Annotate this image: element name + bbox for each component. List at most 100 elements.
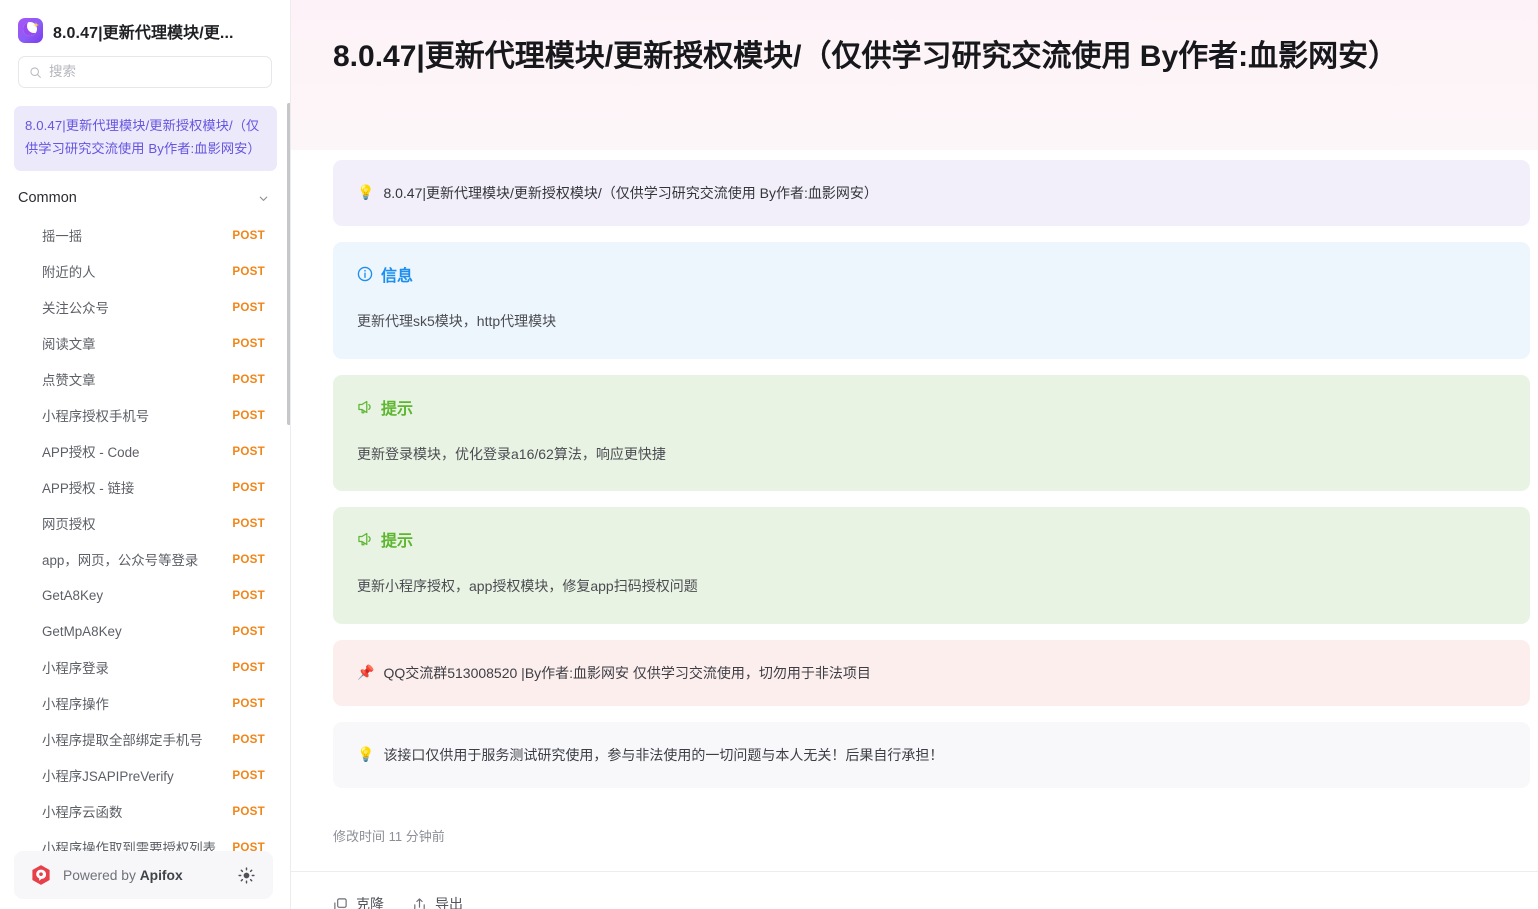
api-list-item[interactable]: GetMpA8Key POST [0, 613, 291, 649]
api-item-label: 关注公众号 [42, 297, 117, 317]
app-root: 8.0.47|更新代理模块/更... 搜索 8.0.47|更新代理模块/更新授权… [0, 0, 1538, 909]
api-method-badge: POST [232, 697, 265, 710]
api-item-label: 小程序JSAPIPreVerify [42, 765, 182, 785]
powered-by-label: Powered by Apifox [63, 868, 227, 883]
sidebar-group-label: Common [18, 190, 77, 206]
callout-text: 更新小程序授权，app授权模块，修复app扫码授权问题 [357, 575, 1506, 597]
sidebar-item-selected-doc[interactable]: 8.0.47|更新代理模块/更新授权模块/（仅供学习研究交流使用 By作者:血影… [14, 106, 277, 171]
page-title: 8.0.47|更新代理模块/更新授权模块/（仅供学习研究交流使用 By作者:血影… [333, 36, 1494, 79]
chevron-down-icon[interactable] [258, 193, 269, 204]
api-list-item[interactable]: 小程序提取全部绑定手机号 POST [0, 721, 291, 757]
apifox-logo-icon [30, 864, 52, 886]
search-placeholder: 搜索 [49, 65, 76, 79]
api-list-item[interactable]: 小程序云函数POST [0, 793, 291, 829]
api-item-label: 网页授权 [42, 513, 104, 533]
api-list-item[interactable]: 阅读文章 POST [0, 325, 291, 361]
moon-star-logo-icon [18, 18, 43, 43]
api-method-badge: POST [232, 409, 265, 422]
api-method-badge: POST [232, 445, 265, 458]
api-item-label: 小程序提取全部绑定手机号 [42, 729, 211, 749]
clone-button[interactable]: 克隆 [333, 894, 384, 909]
api-item-label: APP授权 - 链接 [42, 477, 142, 497]
action-label: 导出 [435, 894, 463, 909]
api-list-item[interactable]: 关注公众号 POST [0, 289, 291, 325]
api-item-label: GetA8Key [42, 588, 111, 603]
search-input[interactable]: 搜索 [18, 56, 272, 88]
page-hero: 8.0.47|更新代理模块/更新授权模块/（仅供学习研究交流使用 By作者:血影… [291, 0, 1538, 150]
callout-list: 💡 8.0.47|更新代理模块/更新授权模块/（仅供学习研究交流使用 By作者:血… [291, 150, 1538, 788]
action-bar: 克隆 导出 [291, 872, 1538, 909]
megaphone-icon [357, 399, 373, 415]
callout-quote: 💡 8.0.47|更新代理模块/更新授权模块/（仅供学习研究交流使用 By作者:血… [333, 160, 1530, 226]
main-panel: 8.0.47|更新代理模块/更新授权模块/（仅供学习研究交流使用 By作者:血影… [291, 0, 1538, 909]
api-list-item[interactable]: APP授权 - CodePOST [0, 433, 291, 469]
api-list-item[interactable]: 小程序授权手机号 POST [0, 397, 291, 433]
api-item-label: 阅读文章 [42, 333, 104, 353]
megaphone-icon [357, 531, 373, 547]
callout-text: 更新登录模块，优化登录a16/62算法，响应更快捷 [357, 443, 1506, 465]
api-list-item[interactable]: 小程序JSAPIPreVerify POST [0, 757, 291, 793]
app-title: 8.0.47|更新代理模块/更... [53, 19, 234, 43]
callout-heading: 提示 [381, 395, 413, 419]
sidebar: 8.0.47|更新代理模块/更... 搜索 8.0.47|更新代理模块/更新授权… [0, 0, 291, 909]
callout-text: 8.0.47|更新代理模块/更新授权模块/（仅供学习研究交流使用 By作者:血影… [383, 182, 877, 204]
lightbulb-icon: 💡 [357, 744, 374, 766]
api-method-badge: POST [232, 625, 265, 638]
main-scroll[interactable]: 8.0.47|更新代理模块/更新授权模块/（仅供学习研究交流使用 By作者:血影… [291, 0, 1538, 909]
api-method-badge: POST [232, 805, 265, 818]
doc-content: 💡 8.0.47|更新代理模块/更新授权模块/（仅供学习研究交流使用 By作者:血… [291, 150, 1538, 909]
callout-heading-row: 提示 [357, 527, 1506, 551]
action-label: 克隆 [356, 894, 384, 909]
share-export-icon [412, 897, 427, 909]
api-list: 摇一摇 POST 附近的人 POST 关注公众号 POST 阅读文章 POST 点赞文章 POST… [0, 217, 291, 858]
callout-warn: 📌QQ交流群513008520 |By作者:血影网安 仅供学习交流使用，切勿用于… [333, 640, 1530, 706]
pushpin-icon: 📌 [357, 662, 374, 684]
moon-shape [23, 22, 37, 36]
copy-icon [333, 897, 348, 909]
api-method-badge: POST [232, 265, 265, 278]
search-icon [29, 66, 42, 79]
sidebar-header: 8.0.47|更新代理模块/更... [0, 0, 290, 53]
callout-heading-row: 提示 [357, 395, 1506, 419]
api-method-badge: POST [232, 769, 265, 782]
brand-name: Apifox [140, 868, 183, 883]
info-circle-icon [357, 266, 373, 282]
api-item-label: 点赞文章 [42, 369, 104, 389]
api-item-label: GetMpA8Key [42, 624, 130, 639]
callout-note: 💡该接口仅供用于服务测试研究使用，参与非法使用的一切问题与本人无关！后果自行承担… [333, 722, 1530, 788]
api-list-item[interactable]: 小程序操作 POST [0, 685, 291, 721]
callout-heading: 提示 [381, 527, 413, 551]
api-method-badge: POST [232, 229, 265, 242]
callout-info: 信息更新代理sk5模块，http代理模块 [333, 242, 1530, 358]
api-method-badge: POST [232, 733, 265, 746]
api-method-badge: POST [232, 301, 265, 314]
api-list-item[interactable]: 网页授权POST [0, 505, 291, 541]
sidebar-scroll-area[interactable]: 8.0.47|更新代理模块/更新授权模块/（仅供学习研究交流使用 By作者:血影… [0, 98, 291, 858]
api-list-item[interactable]: 点赞文章 POST [0, 361, 291, 397]
api-method-badge: POST [232, 553, 265, 566]
api-method-badge: POST [232, 337, 265, 350]
callout-heading: 信息 [381, 262, 413, 286]
api-list-item[interactable]: 小程序登录POST [0, 649, 291, 685]
api-list-item[interactable]: 摇一摇 POST [0, 217, 291, 253]
api-item-label: 小程序登录 [42, 657, 117, 677]
api-list-item[interactable]: 附近的人 POST [0, 253, 291, 289]
api-list-item[interactable]: APP授权 - 链接 POST [0, 469, 291, 505]
api-list-item[interactable]: GetA8Key POST [0, 577, 291, 613]
api-method-badge: POST [232, 373, 265, 386]
api-method-badge: POST [232, 481, 265, 494]
powered-by-footer[interactable]: Powered by Apifox [14, 851, 273, 899]
lightbulb-icon: 💡 [357, 182, 374, 204]
sidebar-group-common[interactable]: Common [0, 179, 291, 217]
api-list-item[interactable]: app，网页，公众号等登录POST [0, 541, 291, 577]
callout-heading-row: 信息 [357, 262, 1506, 286]
api-item-label: 小程序操作 [42, 693, 117, 713]
modified-time: 修改时间 11 分钟前 [291, 804, 1538, 845]
api-item-label: 摇一摇 [42, 225, 90, 245]
sun-icon[interactable] [238, 867, 255, 884]
api-item-label: 附近的人 [42, 261, 104, 281]
powered-prefix: Powered by [63, 868, 140, 883]
api-method-badge: POST [232, 589, 265, 602]
export-button[interactable]: 导出 [412, 894, 463, 909]
api-item-label: 小程序授权手机号 [42, 405, 157, 425]
